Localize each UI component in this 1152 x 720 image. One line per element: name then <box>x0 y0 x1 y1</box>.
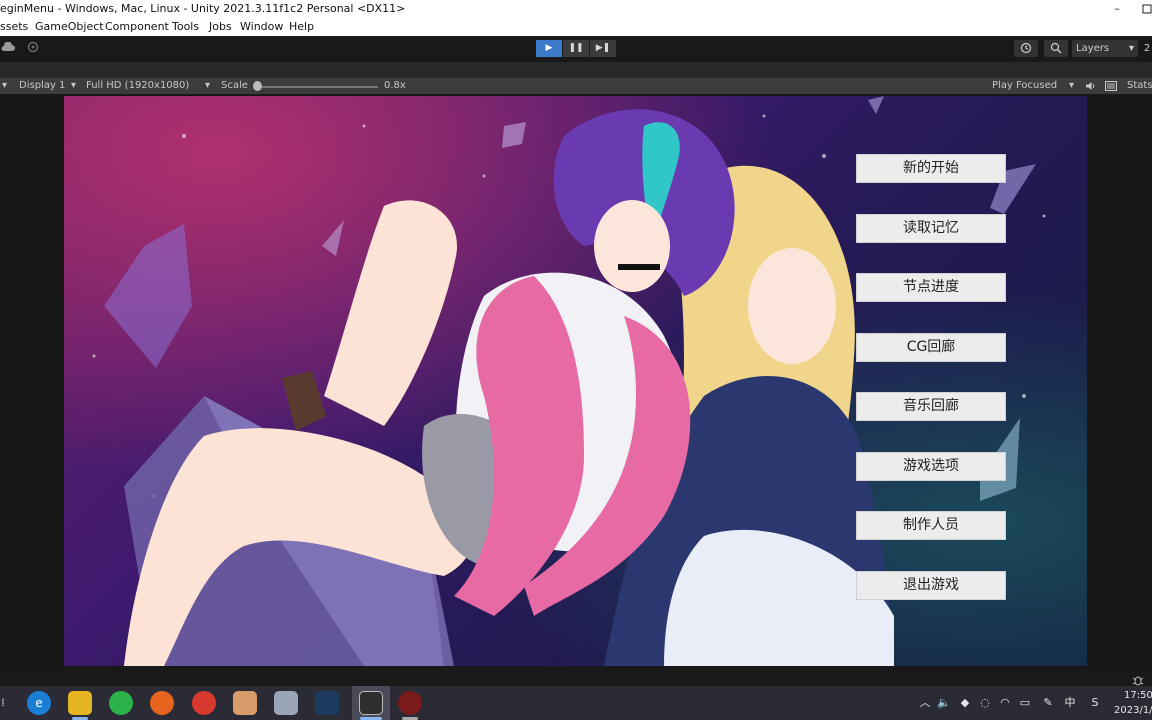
menu-button-credits[interactable]: 制作人员 <box>856 511 1006 540</box>
wifi-icon[interactable]: ◠ <box>997 686 1013 720</box>
maximize-button[interactable] <box>1132 0 1152 18</box>
menu-jobs[interactable]: Jobs <box>209 18 232 36</box>
history-icon[interactable] <box>1014 40 1038 57</box>
step-button[interactable]: ▶❚ <box>590 40 616 57</box>
play-button[interactable]: ▶ <box>536 40 562 57</box>
status-bar <box>0 668 1152 686</box>
scale-value: 0.8x <box>384 80 406 91</box>
menu-button-exit[interactable]: 退出游戏 <box>856 571 1006 600</box>
chevron-down-icon: ▾ <box>205 80 211 91</box>
menu-window[interactable]: Window <box>240 18 283 36</box>
menu-assets[interactable]: ssets <box>0 18 28 36</box>
stats-button[interactable]: Stats <box>1127 78 1152 94</box>
layout-dropdown[interactable]: 2 <box>1142 40 1152 57</box>
file-explorer-icon[interactable] <box>68 691 92 715</box>
menu-component[interactable]: Component <box>105 18 169 36</box>
steam-icon[interactable] <box>315 691 339 715</box>
search-icon[interactable] <box>1044 40 1068 57</box>
menu-button-new-game[interactable]: 新的开始 <box>856 154 1006 183</box>
chrome-icon[interactable] <box>192 691 216 715</box>
pen-icon[interactable]: ✎ <box>1040 686 1056 720</box>
chevron-up-icon[interactable]: ︿ <box>918 686 932 720</box>
menu-bar: ssets GameObject Component Tools Jobs Wi… <box>0 18 1152 36</box>
wechat-icon[interactable] <box>109 691 133 715</box>
menu-tools[interactable]: Tools <box>172 18 199 36</box>
window-title: eginMenu - Windows, Mac, Linux - Unity 2… <box>0 2 406 15</box>
play-controls: ▶ ❚❚ ▶❚ <box>536 40 617 57</box>
chevron-down-icon: ▾ <box>1069 80 1075 91</box>
cloud-icon[interactable] <box>0 41 16 57</box>
volume-icon[interactable]: 🔈 <box>936 686 952 720</box>
menu-button-load[interactable]: 读取记忆 <box>856 214 1006 243</box>
chevron-down-icon: ▾ <box>1128 43 1134 54</box>
app-icon[interactable] <box>398 691 422 715</box>
app-icon[interactable] <box>233 691 257 715</box>
network-icon[interactable]: ◌ <box>977 686 993 720</box>
resolution-dropdown[interactable]: Full HD (1920x1080) <box>86 78 189 94</box>
display-dropdown[interactable]: Display 1 <box>19 78 65 94</box>
menu-help[interactable]: Help <box>289 18 314 36</box>
clock[interactable]: 17:50 2023/1/ <box>1110 688 1152 718</box>
game-viewport[interactable]: 新的开始 读取记忆 节点进度 CG回廊 音乐回廊 游戏选项 制作人员 退出游戏 <box>64 96 1087 666</box>
scale-label: Scale <box>221 80 248 91</box>
menu-button-options[interactable]: 游戏选项 <box>856 452 1006 481</box>
layers-dropdown[interactable]: Layers ▾ <box>1072 40 1138 57</box>
layers-label: Layers <box>1076 43 1110 54</box>
scale-slider-track[interactable] <box>256 86 378 88</box>
windows-taskbar: ⁞ e ︿ 🔈 ◆ ◌ ◠ ▭ ✎ 中 S 17:50 2023/1/ <box>0 686 1152 720</box>
pause-button[interactable]: ❚❚ <box>563 40 589 57</box>
menu-gameobject[interactable]: GameObject <box>35 18 104 36</box>
shield-icon[interactable]: ◆ <box>957 686 973 720</box>
menu-button-progress[interactable]: 节点进度 <box>856 273 1006 302</box>
minimize-button[interactable]: – <box>1102 0 1132 18</box>
menu-button-music-gallery[interactable]: 音乐回廊 <box>856 392 1006 421</box>
firefox-icon[interactable] <box>150 691 174 715</box>
scale-slider-handle[interactable] <box>253 81 262 91</box>
menu-button-cg-gallery[interactable]: CG回廊 <box>856 333 1006 362</box>
collab-icon[interactable] <box>25 41 41 57</box>
edge-icon[interactable]: e <box>27 691 51 715</box>
app-icon[interactable] <box>274 691 298 715</box>
game-tab-strip <box>0 62 1152 78</box>
start-button[interactable]: ⁞ <box>0 686 6 720</box>
sogou-icon[interactable]: S <box>1086 686 1104 720</box>
window-title-bar: eginMenu - Windows, Mac, Linux - Unity 2… <box>0 0 1152 18</box>
game-view-options-bar: ▾ Display 1 ▾ Full HD (1920x1080) ▾ Scal… <box>0 78 1152 94</box>
clock-date: 2023/1/ <box>1114 705 1152 716</box>
input-language[interactable]: 中 <box>1062 686 1078 720</box>
chevron-down-icon[interactable]: ▾ <box>2 78 7 94</box>
play-mode-dropdown[interactable]: Play Focused <box>992 78 1057 94</box>
clock-time: 17:50 <box>1124 690 1152 701</box>
unity-icon[interactable] <box>359 691 383 715</box>
battery-icon[interactable]: ▭ <box>1017 686 1033 720</box>
chevron-down-icon: ▾ <box>71 80 77 91</box>
